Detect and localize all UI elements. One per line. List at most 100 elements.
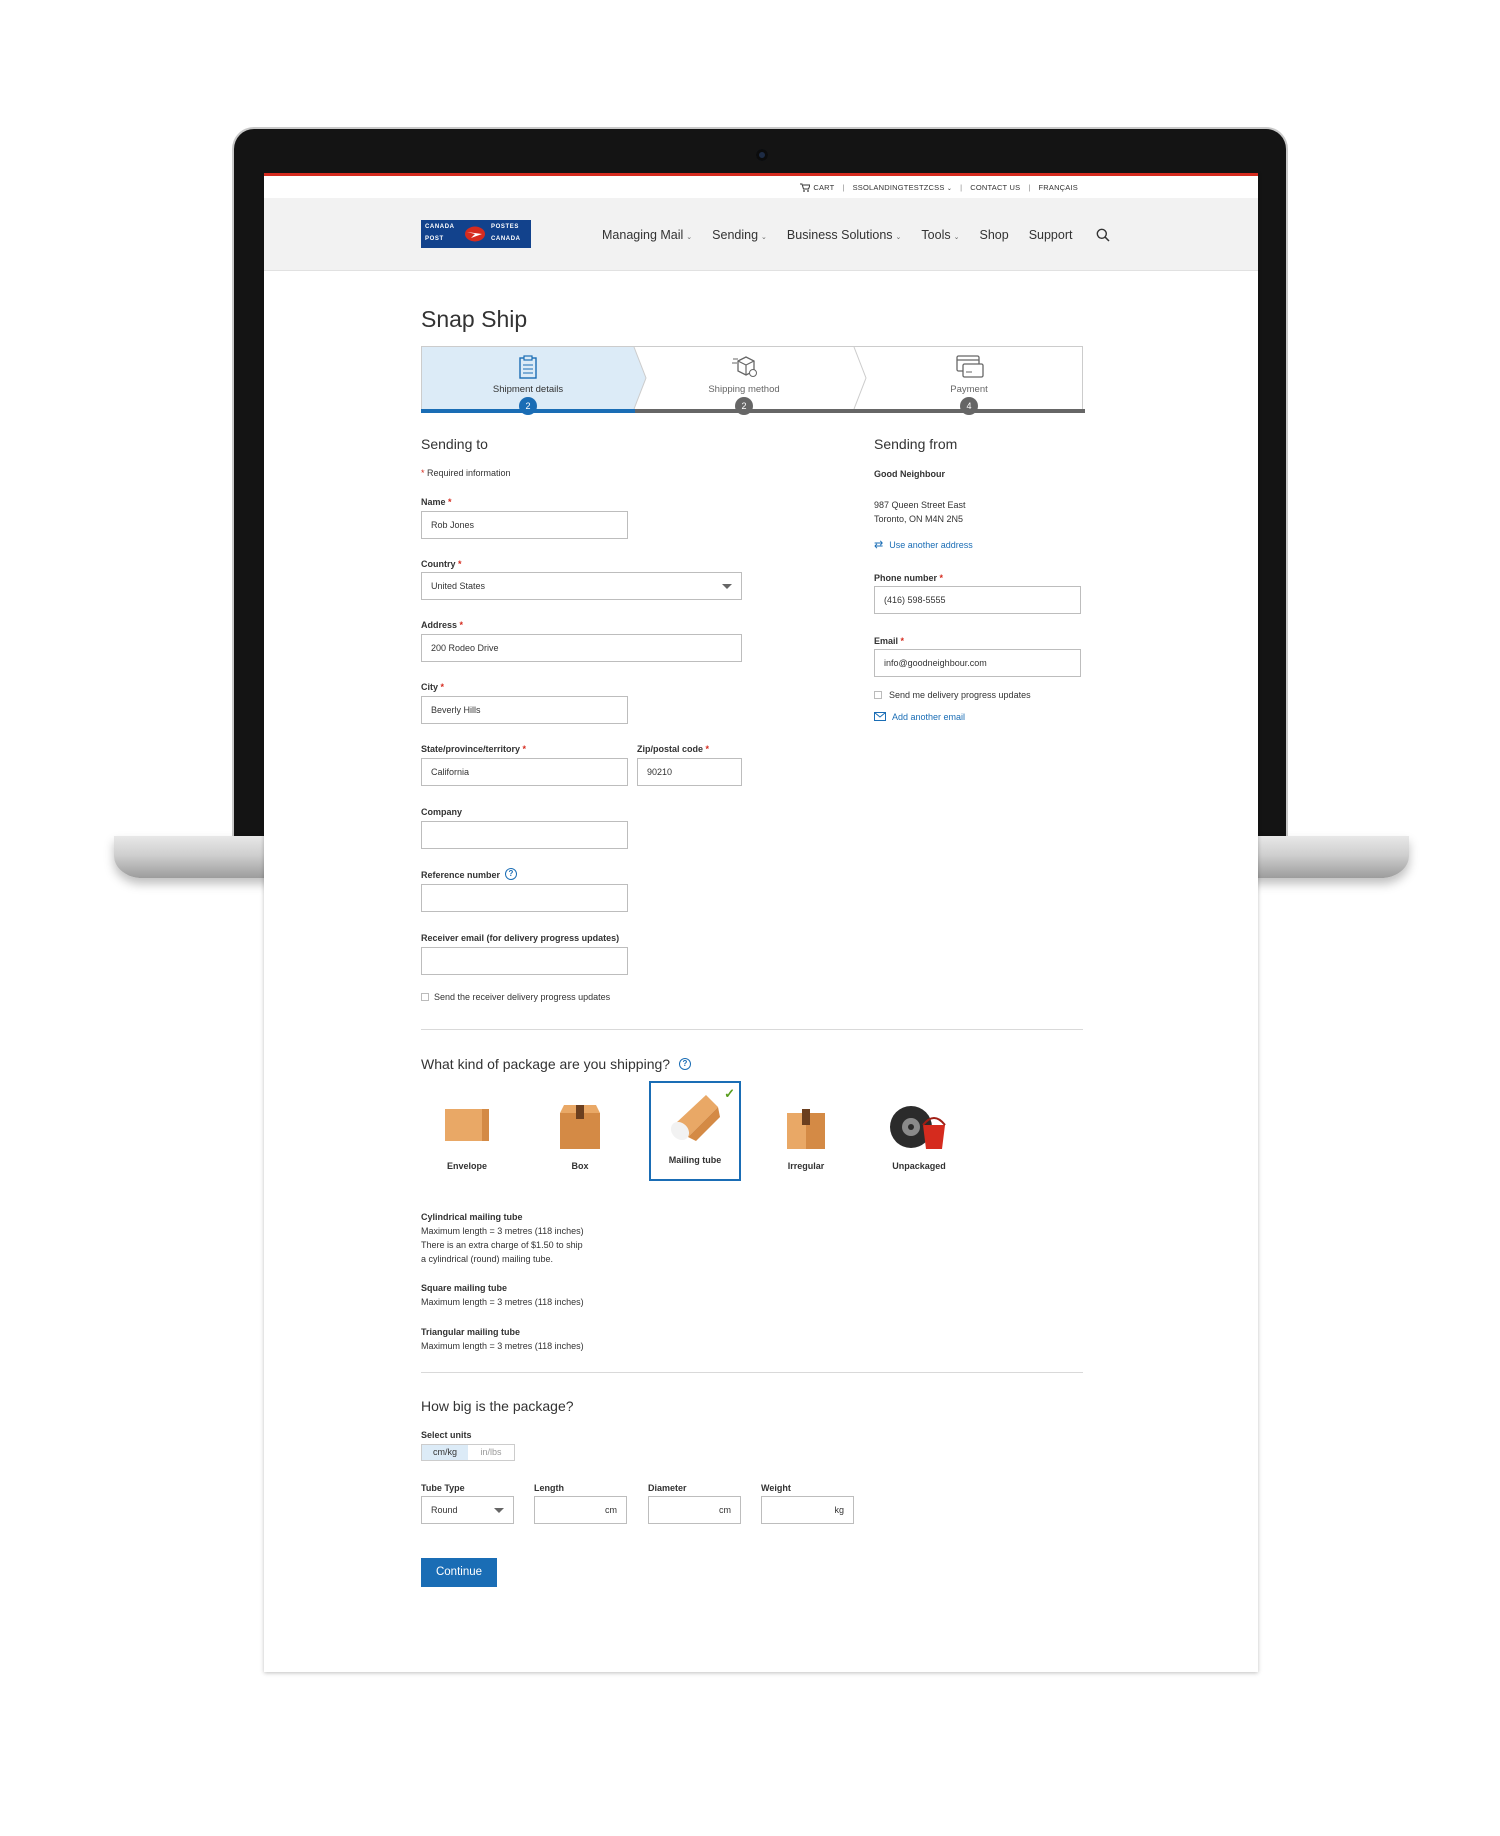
reference-label: Reference number	[421, 870, 501, 880]
package-option-label: Box	[571, 1161, 589, 1171]
city-label: City *	[421, 682, 445, 692]
name-label: Name *	[421, 497, 452, 507]
required-note-text: Required information	[427, 468, 511, 478]
nav-item-managing-mail[interactable]: Managing Mail ⌄	[602, 228, 692, 242]
help-icon[interactable]: ?	[679, 1058, 691, 1070]
description-line: Maximum length = 3 metres (118 inches)	[421, 1226, 584, 1236]
separator: |	[960, 183, 963, 192]
nav-item-tools[interactable]: Tools ⌄	[921, 228, 959, 242]
state-label: State/province/territory *	[421, 744, 527, 754]
units-label: Select units	[421, 1430, 472, 1440]
chevron-down-icon: ⌄	[895, 234, 902, 241]
link-text: Add another email	[892, 712, 966, 722]
nav-item-shop[interactable]: Shop	[979, 228, 1008, 242]
name-input[interactable]: Rob Jones	[421, 511, 628, 539]
package-option-irregular[interactable]: Irregular	[760, 1089, 852, 1189]
shipping-box-icon	[732, 356, 757, 377]
phone-input[interactable]: (416) 598-5555	[874, 586, 1081, 614]
unit-suffix: cm	[605, 1505, 617, 1515]
search-icon[interactable]	[1096, 228, 1110, 242]
package-option-envelope[interactable]: Envelope	[421, 1089, 513, 1189]
help-icon[interactable]: ?	[505, 868, 517, 880]
credit-card-icon	[956, 355, 984, 378]
select-value: Round	[431, 1505, 458, 1515]
chevron-down-icon: ⌄	[686, 234, 693, 241]
description-title: Cylindrical mailing tube	[421, 1212, 523, 1222]
sender-address-line1: 987 Queen Street East	[874, 500, 966, 510]
language-link[interactable]: FRANÇAIS	[1038, 183, 1078, 192]
description-title: Square mailing tube	[421, 1283, 508, 1293]
add-another-email-link[interactable]: Add another email	[874, 712, 965, 722]
irregular-package-icon	[787, 1109, 825, 1149]
city-input[interactable]: Beverly Hills	[421, 696, 628, 724]
chevron-down-icon	[494, 1508, 504, 1513]
sender-updates-label: Send me delivery progress updates	[889, 690, 1031, 700]
label-text: State/province/territory	[421, 744, 521, 754]
receiver-email-label: Receiver email (for delivery progress up…	[421, 933, 620, 943]
label-text: Name	[421, 497, 446, 507]
step-label: Shipment details	[492, 384, 564, 395]
browser-page: CART | SSOLANDINGTESTZCSS ⌄ | CONTACT US…	[264, 173, 1258, 1672]
tube-type-select[interactable]: Round	[421, 1496, 514, 1524]
cart-icon	[800, 183, 811, 192]
address-label: Address *	[421, 620, 464, 630]
diameter-label: Diameter	[648, 1483, 687, 1493]
receiver-email-input[interactable]	[421, 947, 628, 975]
sender-updates-checkbox[interactable]	[874, 691, 882, 699]
package-option-unpackaged[interactable]: Unpackaged	[873, 1089, 965, 1189]
zip-input[interactable]: 90210	[637, 758, 742, 786]
continue-button[interactable]: Continue	[421, 1558, 497, 1587]
reference-input[interactable]	[421, 884, 628, 912]
email-input[interactable]: info@goodneighbour.com	[874, 649, 1081, 677]
package-option-mailing-tube[interactable]: ✓ Mailing tube	[649, 1081, 741, 1181]
package-option-label: Unpackaged	[892, 1161, 946, 1171]
chevron-down-icon: ⌄	[953, 234, 960, 241]
required-note: * Required information	[421, 468, 511, 478]
tube-description-square: Square mailing tube Maximum length = 3 m…	[421, 1281, 584, 1309]
country-select[interactable]: United States	[421, 572, 742, 600]
nav-item-sending[interactable]: Sending ⌄	[712, 228, 767, 242]
unit-metric-button[interactable]: cm/kg	[422, 1445, 468, 1460]
cart-link[interactable]: CART	[800, 183, 834, 192]
unit-imperial-button[interactable]: in/lbs	[468, 1445, 514, 1460]
weight-input[interactable]: kg	[761, 1496, 854, 1524]
step-payment[interactable]: Payment 4	[854, 347, 1084, 415]
diameter-input[interactable]: cm	[648, 1496, 741, 1524]
eagle-logo-icon	[465, 226, 485, 242]
chevron-down-icon: ⌄	[946, 186, 953, 192]
package-option-box[interactable]: Box	[534, 1089, 626, 1189]
unit-suffix: kg	[834, 1505, 844, 1515]
nav-item-business-solutions[interactable]: Business Solutions ⌄	[787, 228, 902, 242]
company-input[interactable]	[421, 821, 628, 849]
description-line: Maximum length = 3 metres (118 inches)	[421, 1297, 584, 1307]
step-shipment-details[interactable]: Shipment details 2	[422, 347, 634, 415]
page-title: Snap Ship	[421, 306, 528, 332]
country-label: Country *	[421, 559, 462, 569]
logo-text: CANADA	[425, 224, 455, 230]
sending-to-title: Sending to	[421, 436, 488, 452]
package-kind-title: What kind of package are you shipping?	[421, 1056, 671, 1072]
nav-label: Managing Mail	[602, 228, 684, 242]
receiver-updates-checkbox[interactable]	[421, 993, 429, 1001]
state-input[interactable]: California	[421, 758, 628, 786]
tube-type-label: Tube Type	[421, 1483, 465, 1493]
canada-post-logo[interactable]: CANADA POSTES POST CANADA	[421, 220, 531, 248]
contact-link[interactable]: CONTACT US	[970, 183, 1020, 192]
sending-from-title: Sending from	[874, 436, 958, 452]
sender-address-line2: Toronto, ON M4N 2N5	[874, 514, 964, 524]
account-link[interactable]: SSOLANDINGTESTZCSS ⌄	[853, 183, 952, 192]
label-text: Phone number	[874, 573, 938, 583]
length-input[interactable]: cm	[534, 1496, 627, 1524]
step-shipping-method[interactable]: Shipping method 2	[634, 347, 854, 415]
label-text: Email	[874, 636, 899, 646]
address-input[interactable]: 200 Rodeo Drive	[421, 634, 742, 662]
use-another-address-link[interactable]: ⇄ Use another address	[874, 538, 973, 551]
separator: |	[1028, 183, 1031, 192]
select-value: United States	[431, 581, 486, 591]
nav-item-support[interactable]: Support	[1029, 228, 1073, 242]
package-option-label: Irregular	[787, 1161, 825, 1171]
tire-and-bucket-icon	[890, 1106, 946, 1149]
package-option-label: Mailing tube	[668, 1155, 722, 1165]
utility-nav: CART | SSOLANDINGTESTZCSS ⌄ | CONTACT US…	[800, 183, 1078, 192]
box-icon	[560, 1105, 600, 1149]
